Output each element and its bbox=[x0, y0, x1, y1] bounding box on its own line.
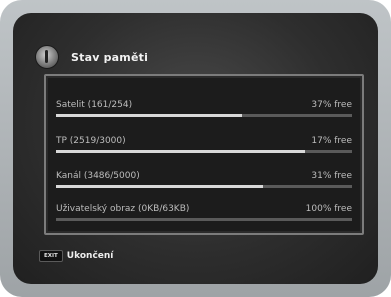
memory-row-free: 100% free bbox=[305, 204, 352, 214]
usage-bar-fill bbox=[56, 185, 264, 188]
window-title: Stav paměti bbox=[71, 50, 149, 64]
exit-label: Ukončení bbox=[66, 251, 114, 261]
memory-status-panel: Satelit (161/254) 37% free TP (2519/3000… bbox=[44, 74, 364, 235]
window-header: Stav paměti bbox=[35, 43, 148, 71]
memory-icon bbox=[35, 45, 59, 69]
memory-row-free: 31% free bbox=[311, 171, 352, 181]
memory-row-free: 37% free bbox=[311, 100, 352, 110]
memory-row-user-image: Uživatelský obraz (0KB/63KB) 100% free bbox=[56, 204, 352, 230]
tv-bezel: Stav paměti Satelit (161/254) 37% free T… bbox=[0, 0, 391, 297]
footer-hint: EXIT Ukončení bbox=[39, 250, 113, 262]
memory-row-free: 17% free bbox=[311, 136, 352, 146]
memory-row-kanal: Kanál (3486/5000) 31% free bbox=[56, 171, 352, 197]
usage-bar-track bbox=[56, 114, 352, 117]
memory-row-label: Satelit (161/254) bbox=[56, 100, 133, 110]
memory-row-tp: TP (2519/3000) 17% free bbox=[56, 136, 352, 162]
memory-row-label: TP (2519/3000) bbox=[56, 136, 126, 146]
usage-bar-track bbox=[56, 185, 352, 188]
memory-row-label: Uživatelský obraz (0KB/63KB) bbox=[56, 204, 190, 214]
usage-bar-track bbox=[56, 150, 352, 153]
memory-row-satelit: Satelit (161/254) 37% free bbox=[56, 100, 352, 126]
usage-bar-fill bbox=[56, 114, 243, 117]
usage-bar-track bbox=[56, 218, 352, 221]
memory-row-label: Kanál (3486/5000) bbox=[56, 171, 140, 181]
exit-key-button[interactable]: EXIT bbox=[39, 250, 63, 262]
osd-screen: Stav paměti Satelit (161/254) 37% free T… bbox=[13, 13, 378, 284]
usage-bar-fill bbox=[56, 150, 305, 153]
